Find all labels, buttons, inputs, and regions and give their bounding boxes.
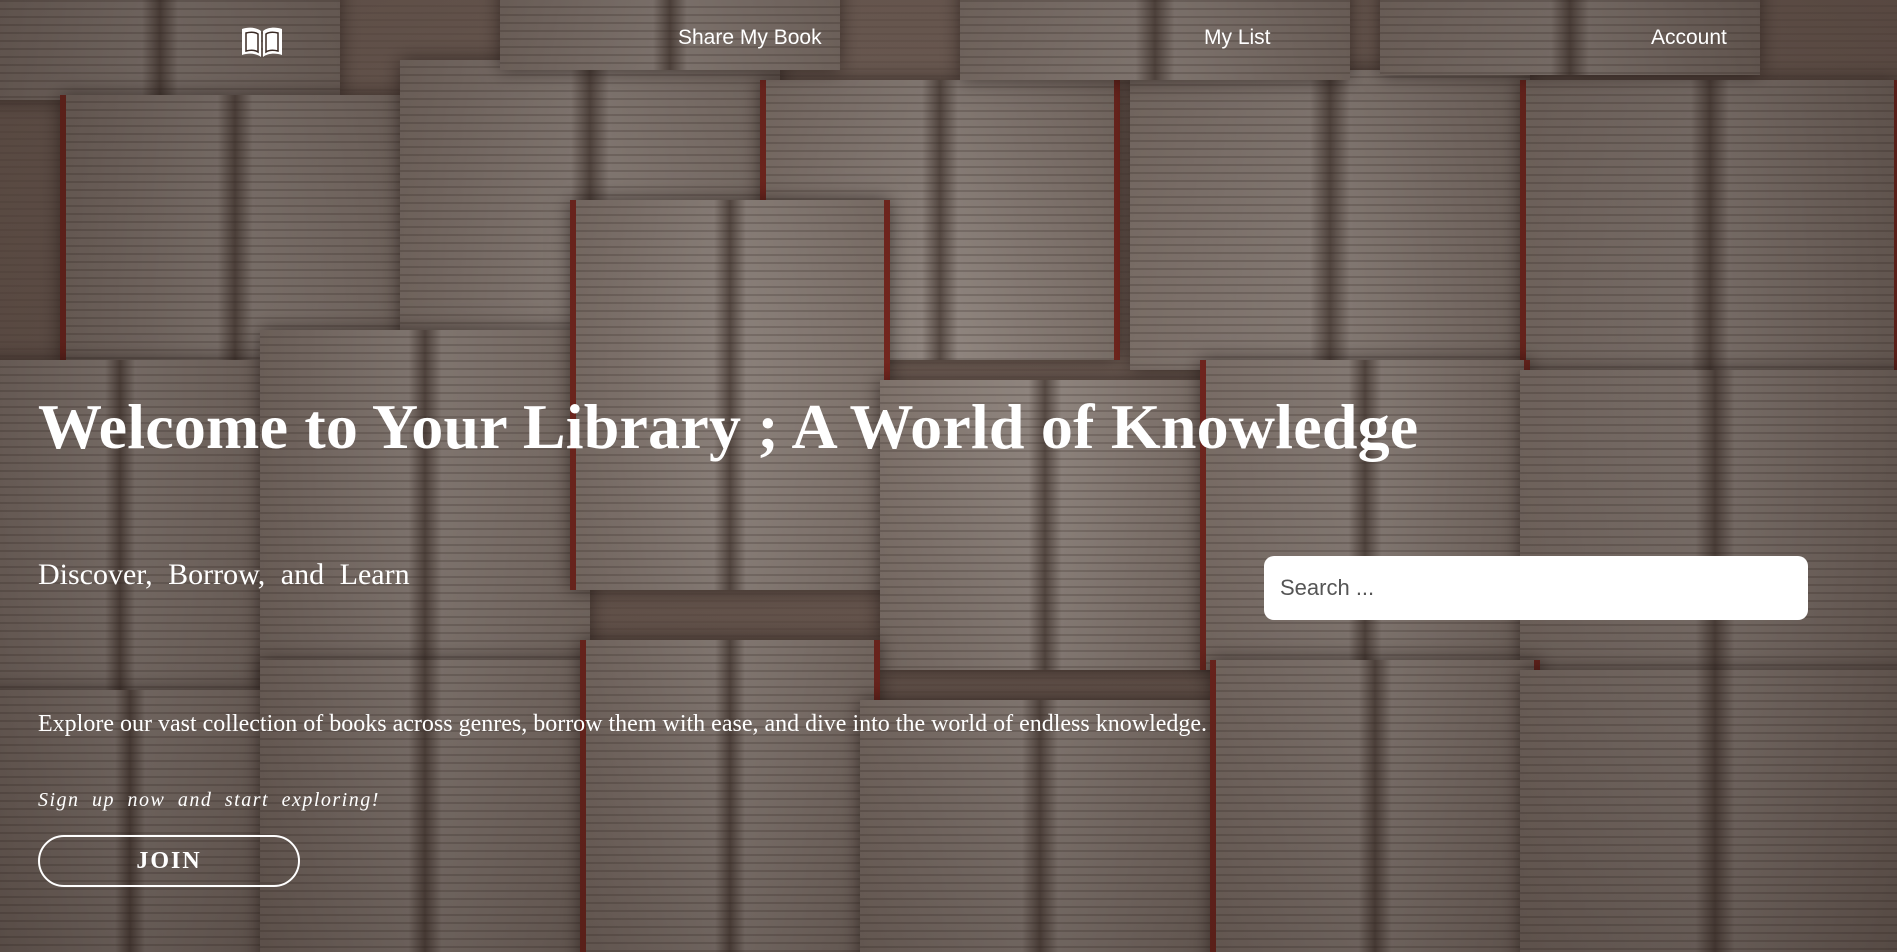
join-button-label: JOIN <box>136 847 202 874</box>
nav-link-account[interactable]: Account <box>1651 26 1727 50</box>
search-box[interactable] <box>1264 556 1808 620</box>
open-book-icon[interactable] <box>240 25 284 59</box>
landing-page: Share My Book My List Account Welcome to… <box>0 0 1897 952</box>
join-button[interactable]: JOIN <box>38 835 300 887</box>
hero-title: Welcome to Your Library ; A World of Kno… <box>38 391 1419 462</box>
search-input[interactable] <box>1278 574 1808 602</box>
nav-link-my-list[interactable]: My List <box>1204 26 1271 50</box>
nav-link-share-my-book[interactable]: Share My Book <box>678 26 822 50</box>
signup-prompt: Sign up now and start exploring! <box>38 789 380 811</box>
hero-description: Explore our vast collection of books acr… <box>38 711 1208 737</box>
hero-subtitle: Discover, Borrow, and Learn <box>38 558 410 591</box>
